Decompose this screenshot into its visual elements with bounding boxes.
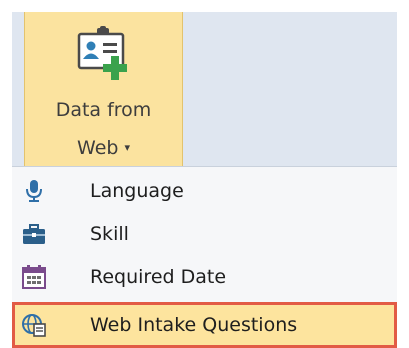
menu-item-language[interactable]: Language — [12, 171, 397, 211]
caret-down-icon: ▾ — [124, 141, 130, 154]
menu-item-web-intake-questions[interactable]: Web Intake Questions — [12, 302, 397, 348]
menu-item-label: Language — [90, 180, 184, 202]
dropdown-menu: Language Skill Required Date Web Intake … — [12, 166, 397, 348]
data-from-web-button[interactable]: Data from Web ▾ — [24, 12, 183, 166]
menu-item-required-date[interactable]: Required Date — [12, 257, 397, 297]
globe-document-icon — [22, 314, 46, 337]
microphone-icon — [26, 180, 42, 202]
button-label-line2: Web ▾ — [77, 137, 130, 159]
toolbox-icon — [23, 224, 45, 244]
menu-item-skill[interactable]: Skill — [12, 214, 397, 254]
menu-item-label: Required Date — [90, 266, 227, 288]
menu-item-label: Web Intake Questions — [90, 314, 298, 336]
menu-item-label: Skill — [90, 223, 129, 245]
calendar-icon — [22, 265, 46, 289]
id-card-add-icon — [77, 26, 127, 80]
stage: Data from Web ▾ Language Skill Required … — [0, 0, 409, 348]
button-label-line1: Data from — [55, 99, 152, 121]
